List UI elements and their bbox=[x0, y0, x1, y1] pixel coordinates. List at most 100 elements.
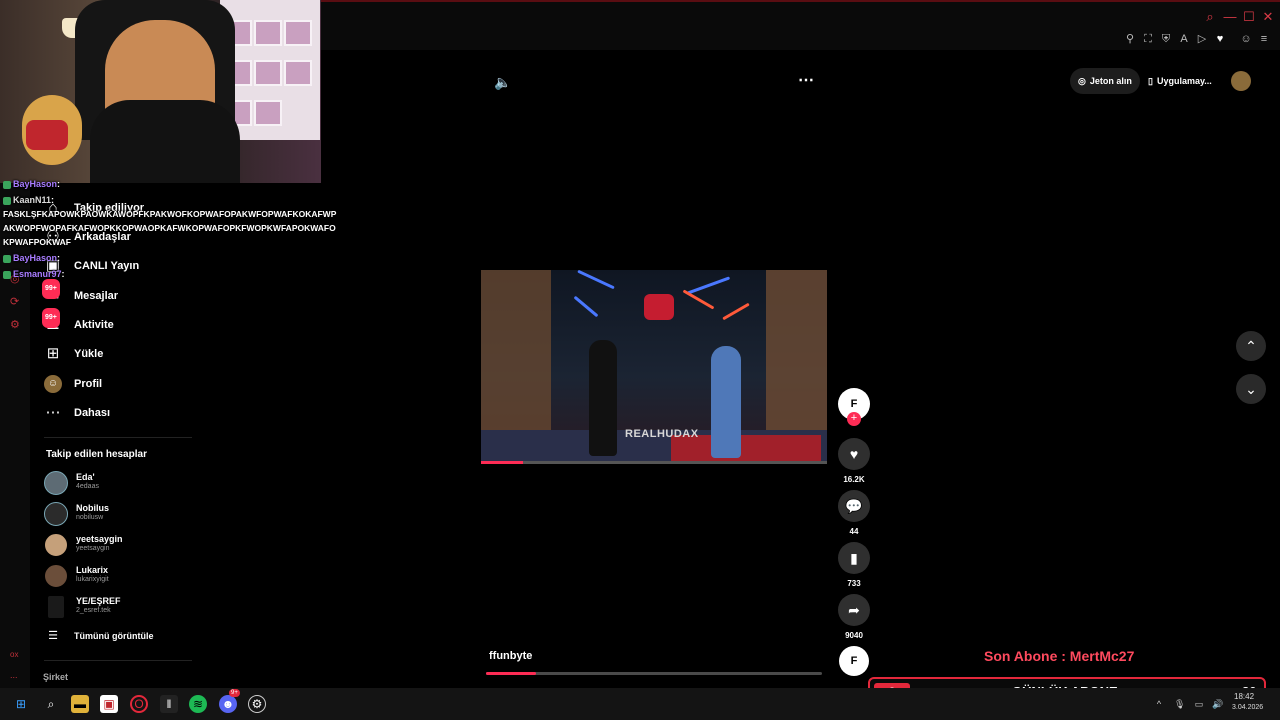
spotify-icon[interactable]: ≋ bbox=[189, 695, 207, 713]
video-progress-fill bbox=[481, 461, 523, 464]
follow-plus-icon[interactable]: + bbox=[847, 412, 861, 426]
chat-text: : bbox=[57, 253, 61, 263]
sidebar-item-upload[interactable]: ⊞ Yükle bbox=[44, 342, 104, 366]
tray-chevron-icon[interactable]: ^ bbox=[1154, 699, 1164, 709]
heart-icon[interactable]: ♥ bbox=[838, 438, 870, 470]
chat-text: : bbox=[51, 195, 55, 205]
scene-logo bbox=[644, 294, 674, 320]
volume-icon[interactable]: 🔈 bbox=[494, 74, 511, 91]
more-icon: ⋯ bbox=[45, 404, 61, 421]
caption-username[interactable]: ffunbyte bbox=[489, 650, 532, 662]
chat-badge-icon bbox=[3, 180, 11, 189]
sidebar-item-label: Dahası bbox=[74, 407, 111, 419]
display-icon[interactable]: ▭ bbox=[1194, 699, 1204, 709]
more-options-icon[interactable]: ⋯ bbox=[798, 70, 814, 90]
video-progress-bar[interactable] bbox=[481, 461, 827, 464]
clock-time[interactable]: 18:42 bbox=[1234, 692, 1254, 701]
maximize-icon[interactable]: ☐ bbox=[1242, 10, 1256, 24]
bookmark-icon[interactable]: ▮ bbox=[838, 542, 870, 574]
share-action[interactable]: ➦ 9040 bbox=[838, 594, 870, 640]
sidebar-item-more[interactable]: ⋯ Dahası bbox=[44, 401, 111, 425]
video-player[interactable]: REALHUDAX bbox=[481, 270, 827, 464]
avatar bbox=[44, 471, 68, 495]
menu-icon[interactable]: ≡ bbox=[1258, 33, 1270, 45]
volume-tray-icon[interactable]: 🔊 bbox=[1212, 699, 1223, 709]
scene-neon bbox=[686, 276, 731, 295]
scene-neon bbox=[577, 270, 615, 290]
followed-account[interactable]: yeetsaygin yeetsaygin bbox=[44, 533, 194, 559]
account-name: Lukarix bbox=[76, 565, 109, 575]
pin-icon[interactable]: ⚲ bbox=[1124, 33, 1136, 45]
account-handle: 4edaas bbox=[76, 483, 99, 490]
coin-icon: ◎ bbox=[1078, 75, 1086, 86]
account-name: yeetsaygin bbox=[76, 534, 123, 544]
steam-icon[interactable]: ⚙ bbox=[248, 695, 266, 713]
next-video-button[interactable]: ⌄ bbox=[1236, 374, 1266, 404]
media-icon[interactable]: ▣ bbox=[100, 695, 118, 713]
list-icon: ☰ bbox=[48, 630, 58, 642]
followed-account[interactable]: Eda' 4edaas bbox=[44, 471, 194, 497]
chat-message: BayHason: bbox=[3, 253, 60, 263]
sidebar-item-label: Profil bbox=[74, 378, 103, 390]
sidebar-item-label: Mesajlar bbox=[74, 290, 119, 302]
profile-icon: ☺ bbox=[44, 375, 62, 393]
followed-account[interactable]: YE/EŞREF 2_esref.tek bbox=[44, 595, 194, 621]
share-icon[interactable]: ➦ bbox=[838, 594, 870, 626]
get-coins-button[interactable]: ◎ Jeton alın bbox=[1070, 68, 1140, 94]
user-avatar[interactable] bbox=[1231, 71, 1251, 91]
discord-icon[interactable]: ☻ 9+ bbox=[219, 689, 240, 713]
search-icon[interactable]: ⌕ bbox=[42, 695, 60, 713]
followed-account[interactable]: Lukarix lukarixyigit bbox=[44, 564, 194, 590]
like-action[interactable]: ♥ 16.2K bbox=[838, 438, 870, 484]
sidebar-item-profile[interactable]: ☺ Profil bbox=[44, 372, 102, 396]
followed-account[interactable]: Nobilus nobilusw bbox=[44, 502, 194, 528]
avatar bbox=[47, 595, 65, 619]
comment-icon[interactable]: 💬 bbox=[838, 490, 870, 522]
shield-icon[interactable]: ⛨ bbox=[1160, 33, 1172, 45]
webcam-shelf bbox=[220, 0, 320, 140]
chat-message: KaanN11: bbox=[3, 195, 54, 205]
webcam-streamer-body bbox=[90, 100, 240, 183]
chat-username: Esmanur97 bbox=[13, 269, 62, 279]
get-app-button[interactable]: ▯ Uygulamay... bbox=[1140, 68, 1220, 94]
avatar bbox=[44, 564, 68, 588]
video-scene: REALHUDAX bbox=[481, 270, 827, 464]
rail-more[interactable]: ... bbox=[10, 669, 22, 681]
chat-message: Esmanur97: bbox=[3, 269, 65, 279]
comment-action[interactable]: 💬 44 bbox=[838, 490, 870, 536]
windows-icon[interactable]: ⊞ bbox=[12, 695, 30, 713]
scene-neon bbox=[573, 295, 599, 318]
chat-username: KaanN11 bbox=[13, 195, 52, 205]
bookmark-action[interactable]: ▮ 733 bbox=[838, 542, 870, 588]
divider bbox=[44, 437, 192, 438]
scene-person bbox=[589, 340, 617, 456]
folder-icon[interactable]: ▬ bbox=[71, 695, 89, 713]
crop-icon[interactable]: ⛶ bbox=[1142, 33, 1154, 45]
microphone-icon[interactable]: 🎙 bbox=[1174, 699, 1185, 709]
next-creator-avatar[interactable]: F bbox=[839, 646, 869, 676]
company-link[interactable]: Şirket bbox=[43, 672, 68, 682]
search-icon[interactable]: ⌕ bbox=[1203, 10, 1217, 24]
opera-icon[interactable]: O bbox=[130, 695, 148, 713]
discord-badge: 9+ bbox=[229, 689, 240, 697]
caption-progress-bar[interactable] bbox=[486, 672, 822, 675]
sidebar-item-messages[interactable]: ✉99+ Mesajlar bbox=[42, 279, 119, 308]
heart-icon[interactable]: ♥ bbox=[1214, 33, 1226, 45]
account-handle: yeetsaygin bbox=[76, 545, 110, 552]
close-icon[interactable]: ✕ bbox=[1261, 10, 1275, 24]
avatar bbox=[44, 533, 68, 557]
chat-badge-icon bbox=[3, 270, 11, 279]
scene-neon bbox=[682, 289, 715, 310]
minimize-icon[interactable]: — bbox=[1223, 10, 1237, 24]
see-all-button[interactable]: ☰ Tümünü görüntüle bbox=[44, 624, 153, 648]
audio-icon[interactable]: ‖ bbox=[160, 695, 178, 713]
sidebar-item-activity[interactable]: ☰99+ Aktivite bbox=[42, 308, 114, 337]
rail-settings-icon[interactable]: ⚙ bbox=[10, 319, 22, 331]
previous-video-button[interactable]: ⌃ bbox=[1236, 331, 1266, 361]
play-icon[interactable]: ▷ bbox=[1196, 33, 1208, 45]
taskbar: ⊞ ⌕ ▬ ▣ O ‖ ≋ ☻ 9+ ⚙ ^ 🎙 ▭ 🔊 18:42 3.04.… bbox=[0, 688, 1280, 720]
clock-date[interactable]: 3.04.2026 bbox=[1232, 704, 1263, 711]
rail-link-icon[interactable]: ⟳ bbox=[10, 296, 22, 308]
translate-icon[interactable]: A bbox=[1178, 33, 1190, 45]
profile-icon[interactable]: ☺ bbox=[1240, 33, 1252, 45]
